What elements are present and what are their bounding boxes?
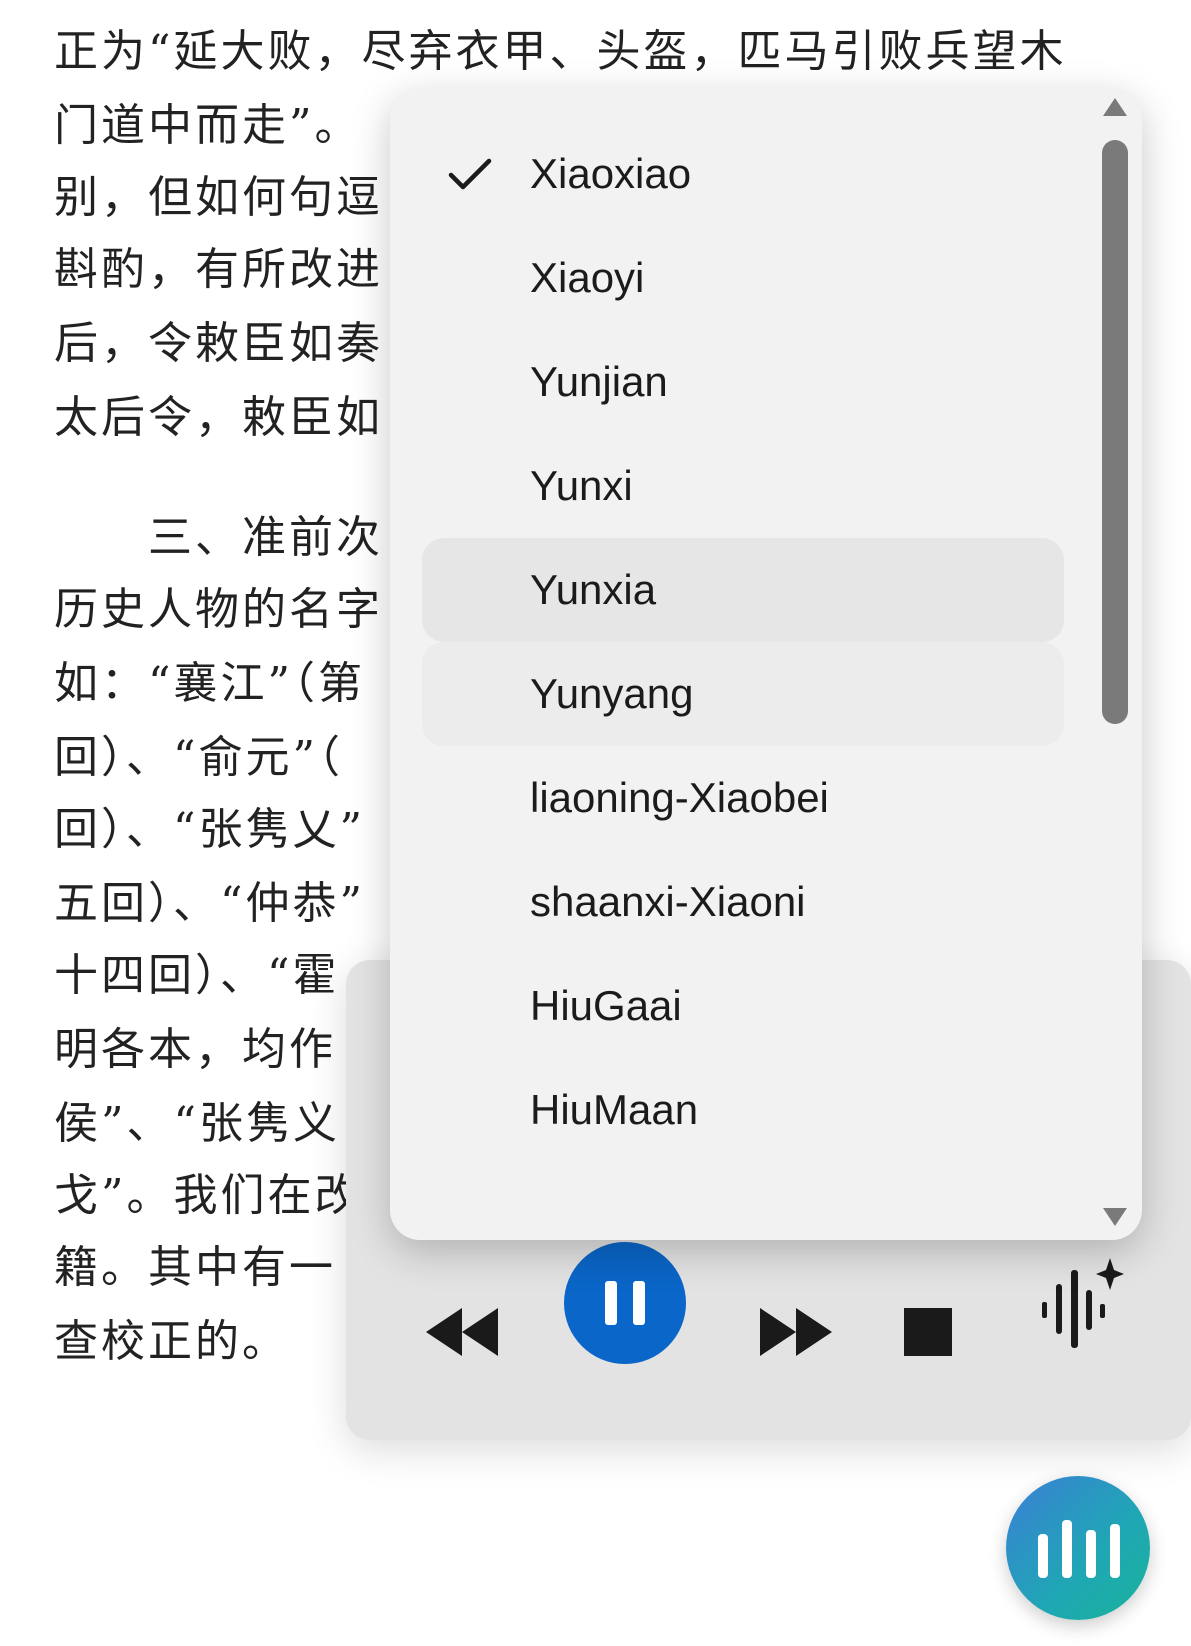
voice-option-label: Yunxi [530, 462, 633, 509]
doc-line: 侯”、“张隽义 [54, 1098, 340, 1149]
doc-line: 籍。其中有一 [54, 1242, 336, 1293]
triangle-down-icon[interactable] [1103, 1208, 1127, 1226]
voice-option-label: shaanxi-Xiaoni [530, 878, 806, 925]
voice-option-label: HiuMaan [530, 1086, 699, 1133]
scroll-thumb[interactable] [1102, 140, 1128, 724]
voice-option-yunjian[interactable]: Yunjian [422, 330, 1064, 434]
voice-settings-button[interactable] [1024, 1248, 1134, 1358]
doc-line: 太后令，敕臣如 [54, 392, 383, 443]
read-aloud-fab[interactable] [1006, 1476, 1150, 1620]
doc-line: 回）、“俞元”（ [54, 732, 343, 783]
voice-option-label: HiuGaai [530, 982, 682, 1029]
doc-line: 别，但如何句逗 [54, 172, 383, 223]
doc-line: 戈”。我们在改 [54, 1170, 362, 1221]
audio-bars-icon [1038, 1520, 1120, 1578]
doc-line: 三、准前次 [148, 512, 383, 563]
doc-line: 后，令敕臣如奏 [54, 318, 383, 369]
doc-line: 历史人物的名字 [54, 584, 383, 635]
voice-option-xiaoyi[interactable]: Xiaoyi [422, 226, 1064, 330]
doc-line: 十四回）、“霍 [54, 950, 340, 1001]
doc-line: 回）、“张隽乂” [54, 804, 365, 855]
fast-forward-button[interactable] [744, 1290, 848, 1374]
check-icon [448, 158, 492, 190]
pause-button[interactable] [564, 1242, 686, 1364]
menu-scrollbar[interactable] [1100, 88, 1130, 1240]
stop-icon [904, 1308, 952, 1356]
doc-line: 五回）、“仲恭” [54, 878, 365, 929]
voice-option-shaanxi-xiaoni[interactable]: shaanxi-Xiaoni [422, 850, 1064, 954]
fast-forward-icon [760, 1308, 832, 1356]
voice-option-liaoning-xiaobei[interactable]: liaoning-Xiaobei [422, 746, 1064, 850]
rewind-button[interactable] [410, 1290, 514, 1374]
doc-line: 正为“延大败，尽弃衣甲、头盔，匹马引败兵望木 [54, 26, 1067, 77]
doc-line: 查校正的。 [54, 1316, 289, 1367]
voice-option-xiaoxiao[interactable]: Xiaoxiao [422, 122, 1064, 226]
voice-option-hiugaai[interactable]: HiuGaai [422, 954, 1064, 1058]
voice-option-label: Xiaoxiao [530, 150, 692, 197]
doc-line: 明各本，均作 [54, 1024, 336, 1075]
voice-option-label: Yunxia [530, 566, 657, 613]
doc-line: 门道中而走”。 [54, 100, 362, 151]
voice-option-yunxia[interactable]: Yunxia [422, 538, 1064, 642]
voice-option-label: Yunjian [530, 358, 668, 405]
voice-option-label: Xiaoyi [530, 254, 645, 301]
voice-option-hiumaan[interactable]: HiuMaan [422, 1058, 1064, 1162]
voice-dropdown-menu: Xiaoxiao Xiaoyi Yunjian Yunxi Yunxia Yun… [390, 88, 1142, 1240]
triangle-up-icon[interactable] [1103, 98, 1127, 116]
voice-option-label: liaoning-Xiaobei [530, 774, 829, 821]
voice-option-yunxi[interactable]: Yunxi [422, 434, 1064, 538]
voice-sparkle-icon [1042, 1258, 1124, 1348]
rewind-icon [426, 1308, 498, 1356]
doc-line: 如：“襄江”（第 [54, 658, 365, 709]
pause-icon [605, 1281, 645, 1325]
stop-button[interactable] [886, 1290, 970, 1374]
doc-line: 斟酌，有所改进 [54, 244, 383, 295]
voice-option-label: Yunyang [530, 670, 694, 717]
voice-option-yunyang[interactable]: Yunyang [422, 642, 1064, 746]
